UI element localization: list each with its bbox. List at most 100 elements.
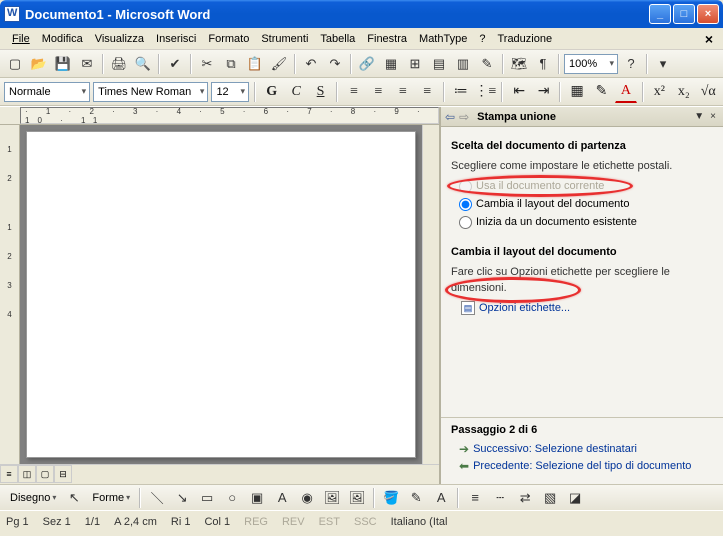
taskpane-back-icon[interactable]: ⇦ bbox=[445, 110, 455, 124]
3d-icon[interactable]: ◪ bbox=[564, 487, 586, 509]
menu-help[interactable]: ? bbox=[473, 31, 491, 47]
print-icon[interactable]: 🖨 bbox=[108, 53, 130, 75]
italic-button[interactable]: C bbox=[285, 81, 306, 103]
align-left-icon[interactable]: ≡ bbox=[343, 81, 364, 103]
open-icon[interactable]: 📂 bbox=[28, 53, 50, 75]
superscript-icon[interactable]: x² bbox=[649, 81, 670, 103]
line-color-icon[interactable]: ✎ bbox=[405, 487, 427, 509]
new-doc-icon[interactable]: ▢ bbox=[4, 53, 26, 75]
radio-from-existing[interactable]: Inizia da un documento esistente bbox=[459, 215, 713, 231]
tables-borders-icon[interactable]: ▦ bbox=[380, 53, 402, 75]
menu-mathtype[interactable]: MathType bbox=[413, 31, 473, 47]
underline-button[interactable]: S bbox=[310, 81, 331, 103]
outline-view-icon[interactable]: ⊟ bbox=[54, 465, 72, 483]
label-options-link[interactable]: ▤ Opzioni etichette... bbox=[461, 301, 570, 317]
shadow-icon[interactable]: ▧ bbox=[539, 487, 561, 509]
arrow-style-icon[interactable]: ⇄ bbox=[514, 487, 536, 509]
insert-table-icon[interactable]: ⊞ bbox=[404, 53, 426, 75]
toolbar-overflow-icon[interactable]: ▾ bbox=[652, 53, 674, 75]
minimize-button[interactable]: _ bbox=[649, 4, 671, 24]
next-step-link[interactable]: ➔ Successivo: Selezione destinatari bbox=[459, 442, 713, 456]
align-right-icon[interactable]: ≡ bbox=[392, 81, 413, 103]
columns-icon[interactable]: ▥ bbox=[452, 53, 474, 75]
menu-window[interactable]: Finestra bbox=[361, 31, 413, 47]
redo-icon[interactable]: ↷ bbox=[324, 53, 346, 75]
increase-indent-icon[interactable]: ⇥ bbox=[533, 81, 554, 103]
justify-icon[interactable]: ≡ bbox=[417, 81, 438, 103]
menu-edit[interactable]: Modifica bbox=[36, 31, 89, 47]
hyperlink-icon[interactable]: 🔗 bbox=[356, 53, 378, 75]
highlight-icon[interactable]: ✎ bbox=[591, 81, 612, 103]
bold-button[interactable]: G bbox=[261, 81, 282, 103]
menu-file[interactable]: File bbox=[6, 31, 36, 47]
horizontal-scrollbar[interactable] bbox=[72, 464, 439, 484]
font-size-combo[interactable]: 12 bbox=[211, 82, 249, 102]
borders-icon[interactable]: ▦ bbox=[566, 81, 587, 103]
numbering-icon[interactable]: ≔ bbox=[450, 81, 471, 103]
menu-table[interactable]: Tabella bbox=[314, 31, 361, 47]
paste-icon[interactable]: 📋 bbox=[244, 53, 266, 75]
drawing-icon[interactable]: ✎ bbox=[476, 53, 498, 75]
web-view-icon[interactable]: ◫ bbox=[18, 465, 36, 483]
bullets-icon[interactable]: ⋮≡ bbox=[474, 81, 496, 103]
line-style-icon[interactable]: ≡ bbox=[464, 487, 486, 509]
maximize-button[interactable]: □ bbox=[673, 4, 695, 24]
radio-change-layout[interactable]: Cambia il layout del documento bbox=[459, 197, 713, 213]
mail-icon[interactable]: ✉ bbox=[76, 53, 98, 75]
equation-icon[interactable]: √α bbox=[698, 81, 719, 103]
radio-change-layout-input[interactable] bbox=[459, 198, 472, 211]
fill-color-icon[interactable]: 🪣 bbox=[380, 487, 402, 509]
normal-view-icon[interactable]: ≡ bbox=[0, 465, 18, 483]
taskpane-close-icon[interactable]: × bbox=[710, 111, 716, 122]
document-map-icon[interactable]: 🗺 bbox=[508, 53, 530, 75]
font-color-icon[interactable]: A bbox=[615, 81, 636, 103]
spellcheck-icon[interactable]: ✔ bbox=[164, 53, 186, 75]
show-hide-icon[interactable]: ¶ bbox=[532, 53, 554, 75]
oval-icon[interactable]: ○ bbox=[221, 487, 243, 509]
copy-icon[interactable]: ⧉ bbox=[220, 53, 242, 75]
menu-translate[interactable]: Traduzione bbox=[491, 31, 558, 47]
print-view-icon[interactable]: ▢ bbox=[36, 465, 54, 483]
undo-icon[interactable]: ↶ bbox=[300, 53, 322, 75]
prev-step-link[interactable]: ⬅ Precedente: Selezione del tipo di docu… bbox=[459, 459, 713, 473]
decrease-indent-icon[interactable]: ⇤ bbox=[508, 81, 529, 103]
rectangle-icon[interactable]: ▭ bbox=[196, 487, 218, 509]
align-center-icon[interactable]: ≡ bbox=[368, 81, 389, 103]
taskpane-menu-icon[interactable]: ▼ bbox=[694, 111, 704, 122]
taskpane-forward-icon[interactable]: ⇨ bbox=[459, 110, 469, 124]
wordart-icon[interactable]: A bbox=[271, 487, 293, 509]
help-icon[interactable]: ? bbox=[620, 53, 642, 75]
close-button[interactable]: × bbox=[697, 4, 719, 24]
vertical-ruler[interactable]: 12 1234 bbox=[0, 125, 20, 464]
document-page[interactable] bbox=[26, 131, 416, 458]
select-objects-icon[interactable]: ↖ bbox=[63, 487, 85, 509]
cut-icon[interactable]: ✂ bbox=[196, 53, 218, 75]
status-rec[interactable]: REG bbox=[244, 516, 268, 528]
line-icon[interactable]: ＼ bbox=[146, 487, 168, 509]
status-trk[interactable]: REV bbox=[282, 516, 305, 528]
vertical-scrollbar[interactable] bbox=[422, 125, 439, 464]
font-color-draw-icon[interactable]: A bbox=[430, 487, 452, 509]
status-ext[interactable]: EST bbox=[319, 516, 340, 528]
picture-icon[interactable]: 🖼 bbox=[346, 487, 368, 509]
format-painter-icon[interactable]: 🖌 bbox=[268, 53, 290, 75]
menu-view[interactable]: Visualizza bbox=[89, 31, 150, 47]
print-preview-icon[interactable]: 🔍 bbox=[132, 53, 154, 75]
arrow-icon[interactable]: ↘ bbox=[171, 487, 193, 509]
horizontal-ruler[interactable]: · 1 · 2 · 3 · 4 · 5 · 6 · 7 · 8 · 9 · 10… bbox=[0, 107, 439, 125]
style-combo[interactable]: Normale bbox=[4, 82, 90, 102]
font-combo[interactable]: Times New Roman bbox=[93, 82, 208, 102]
draw-menu[interactable]: Disegno bbox=[6, 492, 60, 504]
menu-format[interactable]: Formato bbox=[202, 31, 255, 47]
status-ovr[interactable]: SSC bbox=[354, 516, 377, 528]
diagram-icon[interactable]: ◉ bbox=[296, 487, 318, 509]
clipart-icon[interactable]: 🖼 bbox=[321, 487, 343, 509]
dash-style-icon[interactable]: ┄ bbox=[489, 487, 511, 509]
menu-insert[interactable]: Inserisci bbox=[150, 31, 202, 47]
radio-from-existing-input[interactable] bbox=[459, 216, 472, 229]
status-language[interactable]: Italiano (Ital bbox=[391, 516, 448, 528]
excel-icon[interactable]: ▤ bbox=[428, 53, 450, 75]
mdi-close-button[interactable]: × bbox=[701, 31, 717, 47]
zoom-combo[interactable]: 100% bbox=[564, 54, 618, 74]
textbox-icon[interactable]: ▣ bbox=[246, 487, 268, 509]
